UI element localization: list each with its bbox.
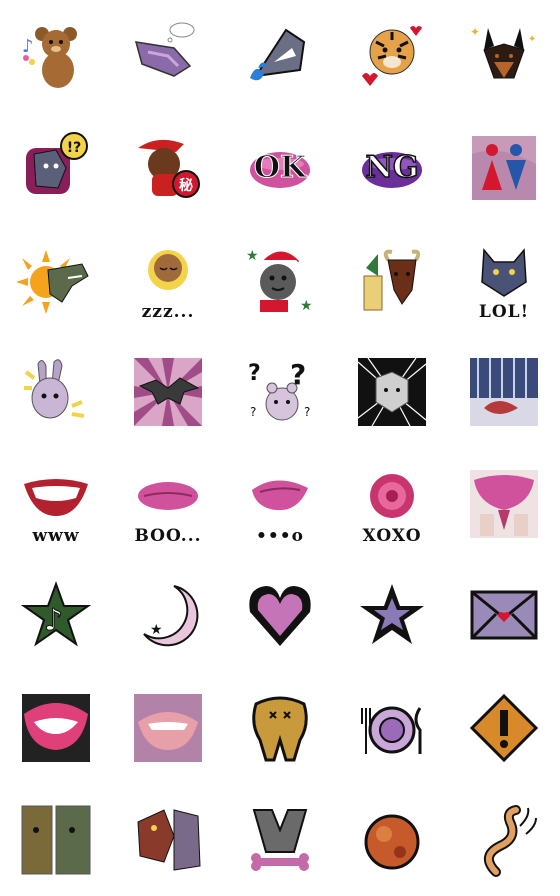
- pursed-label: •••o: [256, 526, 304, 546]
- sticker-grin-lips[interactable]: www: [0, 448, 112, 560]
- sticker-tooth[interactable]: [224, 672, 336, 784]
- boo-label: BOO...: [134, 526, 202, 546]
- restroom-icon: [472, 136, 536, 200]
- sticker-bat[interactable]: [112, 336, 224, 448]
- sticker-reptile-pair[interactable]: [0, 784, 112, 896]
- svg-text:★: ★: [300, 298, 313, 314]
- ng-label: NG: [365, 149, 420, 186]
- sticker-crescent-moon[interactable]: ★: [112, 560, 224, 672]
- question-mark-a: ?: [248, 361, 261, 386]
- sticker-teddy-bear[interactable]: ♪: [0, 0, 112, 112]
- fish-stripes-icon: [470, 358, 538, 426]
- bear-red-hat-secret-icon: 秘: [138, 139, 200, 198]
- santa-bear-icon: ★ ★: [246, 248, 313, 314]
- surprise-label: !?: [67, 140, 82, 156]
- sticker-bear-sleeping[interactable]: zzz...: [112, 224, 224, 336]
- lol-label: LOL!: [478, 302, 530, 322]
- sleep-label: zzz...: [141, 302, 195, 322]
- sticker-heart[interactable]: [224, 560, 336, 672]
- teddy-bear-music-icon: ♪: [22, 27, 77, 88]
- sticker-ok[interactable]: OK: [224, 112, 336, 224]
- sticker-tiger[interactable]: [336, 0, 448, 112]
- dinosaur-thought-bubble-icon: [134, 22, 195, 77]
- svg-text:♪: ♪: [44, 603, 63, 638]
- sticker-shark[interactable]: [224, 0, 336, 112]
- sticker-flower-skirt[interactable]: [448, 448, 560, 560]
- tiger-hearts-icon: [362, 26, 422, 86]
- sticker-dinner-plate[interactable]: [336, 672, 448, 784]
- flower-skirt-icon: [470, 470, 538, 538]
- sticker-pursed-lips[interactable]: •••o: [224, 448, 336, 560]
- sticker-biting-lips[interactable]: [112, 672, 224, 784]
- music-star-icon: ♪: [20, 581, 92, 647]
- sticker-music-star[interactable]: ♪: [0, 560, 112, 672]
- heart-icon: [249, 586, 311, 646]
- wolf-speedlines-icon: [357, 357, 427, 427]
- sticker-ng[interactable]: NG: [336, 112, 448, 224]
- round-globe-icon: [364, 814, 420, 870]
- svg-text:♪: ♪: [22, 36, 34, 57]
- sticker-wolf-surprise[interactable]: !?: [0, 112, 112, 224]
- sticker-skull-bone[interactable]: [224, 784, 336, 896]
- sticker-bear-secret[interactable]: 秘: [112, 112, 224, 224]
- ear-swirl-icon: [484, 805, 537, 877]
- svg-text:?: ?: [250, 405, 256, 419]
- skull-bone-icon: [251, 809, 309, 871]
- bear-question-icon: ? ? ? ?: [248, 358, 310, 421]
- warning-sign-icon: [469, 693, 539, 763]
- xoxo-label: XOXO: [362, 526, 422, 546]
- reptile-pair-icon: [21, 805, 91, 875]
- dinner-plate-icon: [361, 706, 422, 754]
- sticker-ear-swirl[interactable]: [448, 784, 560, 896]
- love-letter-icon: [470, 590, 538, 640]
- dinosaur-sun-icon: [16, 250, 89, 314]
- sticker-grid: ♪ ✦ ✦ !? 秘 OK NG zzz... ★ ★ LOL! ? ? ? ?…: [0, 0, 560, 896]
- sticker-dinosaur-sun[interactable]: [0, 224, 112, 336]
- ok-label: OK: [253, 150, 307, 186]
- sticker-rabbit[interactable]: [0, 336, 112, 448]
- shark-splash-icon: [250, 28, 306, 81]
- sticker-boo-lips[interactable]: BOO...: [112, 448, 224, 560]
- svg-text:★: ★: [246, 248, 259, 264]
- sticker-lizard-face[interactable]: [112, 784, 224, 896]
- star-icon: [360, 584, 424, 644]
- sticker-doberman[interactable]: ✦ ✦: [448, 0, 560, 112]
- sticker-santa-bear[interactable]: ★ ★: [224, 224, 336, 336]
- tooth-icon: [252, 696, 308, 762]
- secret-label: 秘: [179, 177, 193, 194]
- lizard-face-icon: [137, 809, 201, 871]
- svg-text:✦: ✦: [470, 25, 480, 39]
- doberman-sparkle-icon: ✦ ✦: [470, 25, 536, 79]
- wolf-surprise-icon: !?: [26, 132, 88, 194]
- sticker-round-globe[interactable]: [336, 784, 448, 896]
- sticker-wolf-speedlines[interactable]: [336, 336, 448, 448]
- sticker-bear-question[interactable]: ? ? ? ?: [224, 336, 336, 448]
- crescent-moon-icon: ★: [143, 585, 199, 647]
- open-lips-icon: [22, 694, 90, 762]
- www-label: www: [32, 526, 80, 546]
- new-year-ox-icon: [363, 249, 421, 311]
- rabbit-shock-icon: [24, 359, 85, 419]
- sticker-love-letter[interactable]: [448, 560, 560, 672]
- svg-text:✦: ✦: [528, 34, 536, 45]
- svg-text:★: ★: [150, 622, 163, 638]
- biting-lips-icon: [134, 694, 202, 762]
- sticker-restroom[interactable]: [448, 112, 560, 224]
- sticker-open-lips[interactable]: [0, 672, 112, 784]
- sticker-dinosaur-thought[interactable]: [112, 0, 224, 112]
- sticker-wolf-lol[interactable]: LOL!: [448, 224, 560, 336]
- sticker-warning-sign[interactable]: [448, 672, 560, 784]
- sticker-star[interactable]: [336, 560, 448, 672]
- sticker-new-year-ox[interactable]: [336, 224, 448, 336]
- sticker-rose-kiss[interactable]: XOXO: [336, 448, 448, 560]
- sticker-fish-stripes[interactable]: [448, 336, 560, 448]
- svg-text:?: ?: [304, 405, 310, 419]
- bat-sunburst-icon: [134, 358, 202, 426]
